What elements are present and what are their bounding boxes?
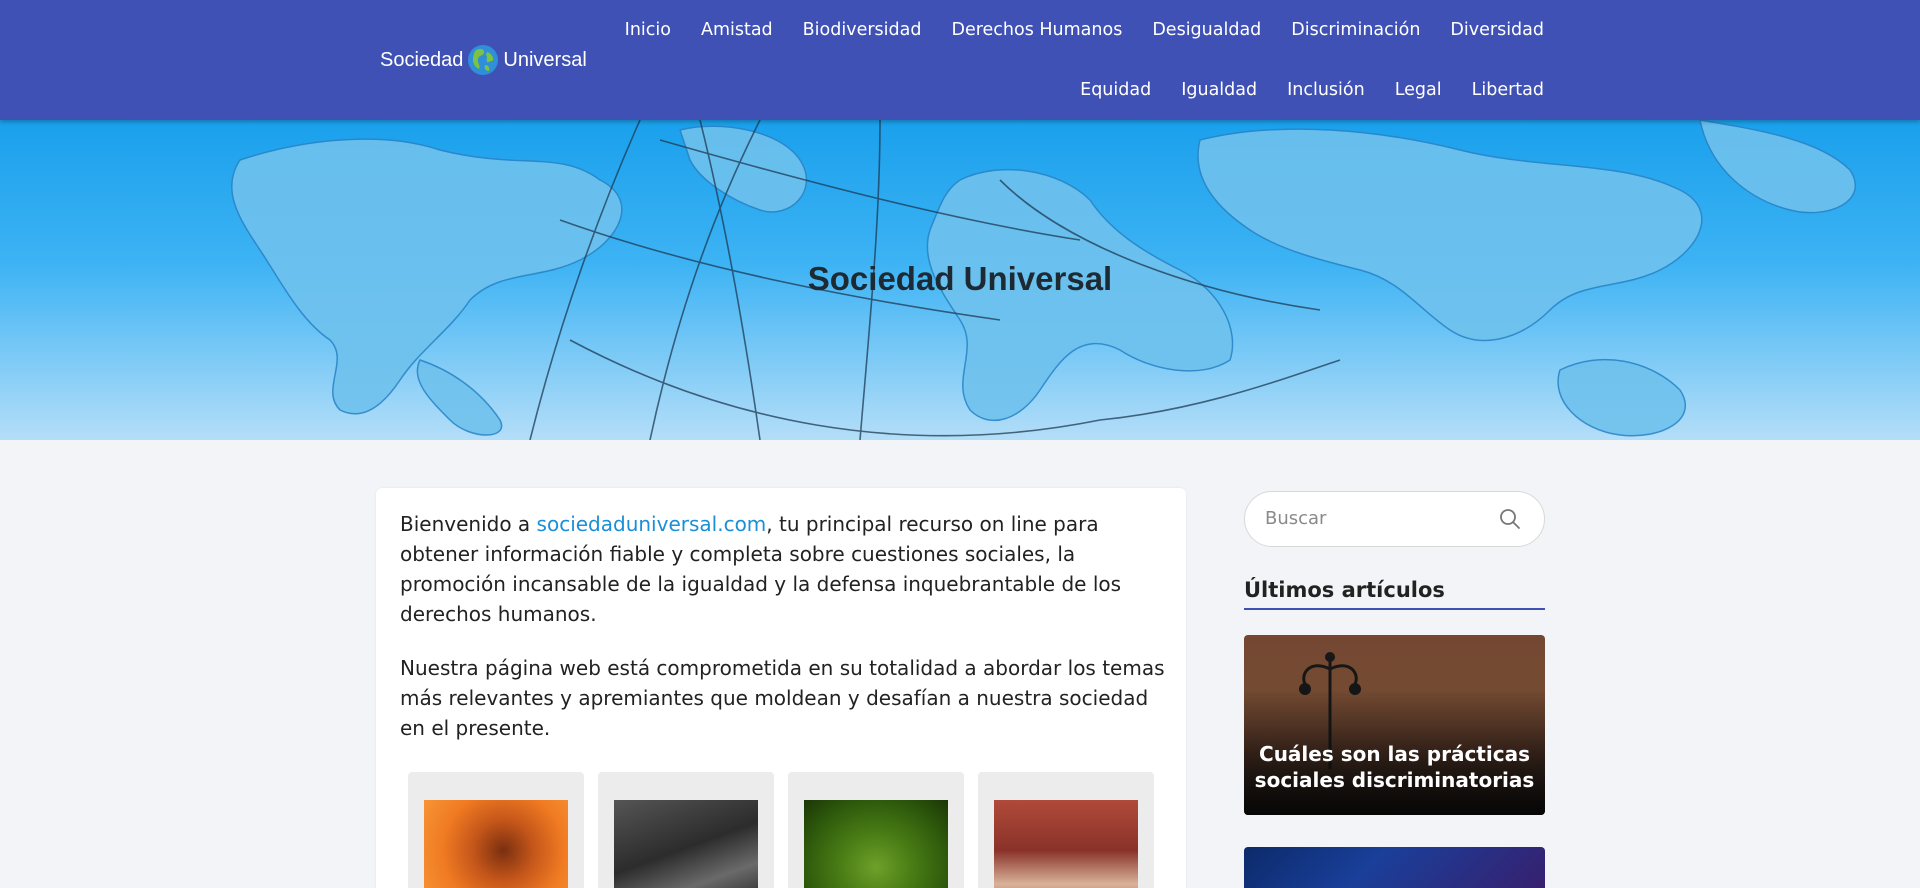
search-icon[interactable] bbox=[1498, 507, 1522, 531]
nav-item-diversidad[interactable]: Diversidad bbox=[1450, 18, 1544, 42]
hero-title: Sociedad Universal bbox=[807, 260, 1113, 297]
site-logo[interactable]: Sociedad Universal bbox=[380, 42, 587, 78]
nav-item-inicio[interactable]: Inicio bbox=[625, 18, 671, 42]
nav-item-amistad[interactable]: Amistad bbox=[701, 18, 773, 42]
site-link[interactable]: sociedaduniversal.com bbox=[537, 512, 767, 536]
latest-articles-heading: Últimos artículos bbox=[1244, 578, 1545, 610]
latest-article-title[interactable]: Cuáles son las prácticas sociales discri… bbox=[1254, 741, 1535, 793]
nav-row-primary: Inicio Amistad Biodiversidad Derechos Hu… bbox=[595, 18, 1544, 42]
globe-icon bbox=[468, 45, 499, 75]
category-image bbox=[994, 800, 1138, 888]
category-image bbox=[614, 800, 758, 888]
nav-item-desigualdad[interactable]: Desigualdad bbox=[1152, 18, 1261, 42]
category-tile[interactable] bbox=[408, 772, 584, 888]
intro-text-start: Bienvenido a bbox=[400, 512, 537, 536]
category-image bbox=[424, 800, 568, 888]
latest-article-card[interactable]: Cuáles son las prácticas sociales discri… bbox=[1244, 635, 1545, 815]
nav-item-legal[interactable]: Legal bbox=[1395, 78, 1442, 102]
intro-card: Bienvenido a sociedaduniversal.com, tu p… bbox=[376, 488, 1186, 888]
nav-item-equidad[interactable]: Equidad bbox=[1080, 78, 1151, 102]
category-tile[interactable] bbox=[788, 772, 964, 888]
category-image bbox=[804, 800, 948, 888]
nav-item-igualdad[interactable]: Igualdad bbox=[1181, 78, 1257, 102]
search-box bbox=[1244, 491, 1545, 547]
nav-item-discriminacion[interactable]: Discriminación bbox=[1291, 18, 1420, 42]
nav-item-derechos-humanos[interactable]: Derechos Humanos bbox=[951, 18, 1122, 42]
intro-paragraph-2: Nuestra página web está comprometida en … bbox=[400, 656, 1165, 740]
category-tile[interactable] bbox=[978, 772, 1154, 888]
nav-row-secondary: Equidad Igualdad Inclusión Legal Liberta… bbox=[1050, 78, 1544, 102]
logo-text-left: Sociedad bbox=[380, 48, 464, 71]
latest-article-card[interactable] bbox=[1244, 847, 1545, 888]
nav-item-libertad[interactable]: Libertad bbox=[1472, 78, 1544, 102]
category-tile[interactable] bbox=[598, 772, 774, 888]
search-input[interactable] bbox=[1265, 508, 1495, 529]
nav-item-inclusion[interactable]: Inclusión bbox=[1287, 78, 1365, 102]
nav-item-biodiversidad[interactable]: Biodiversidad bbox=[803, 18, 922, 42]
intro-paragraph-1: Bienvenido a sociedaduniversal.com, tu p… bbox=[400, 509, 1170, 629]
hero-banner: Sociedad Universal bbox=[0, 120, 1920, 440]
logo-text-right: Universal bbox=[503, 48, 587, 71]
site-header: Sociedad Universal Inicio Amistad Biodiv… bbox=[0, 0, 1920, 120]
category-tiles bbox=[408, 772, 1168, 888]
